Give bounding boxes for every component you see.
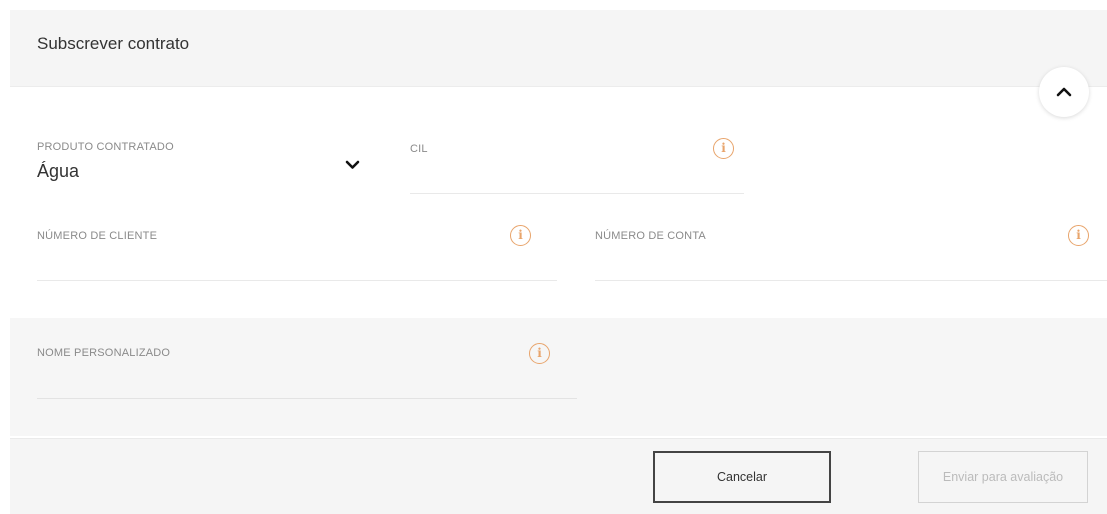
subscribe-contract-panel: Subscrever contrato PRODUTO CONTRATADO Á…	[10, 10, 1107, 514]
numero-conta-label: NÚMERO DE CONTA	[595, 230, 706, 242]
nome-personalizado-underline	[37, 398, 577, 399]
cil-info-icon[interactable]: i	[713, 138, 734, 159]
page-title: Subscrever contrato	[37, 34, 190, 53]
cil-input[interactable]	[410, 161, 710, 185]
produto-contratado-label: PRODUTO CONTRATADO	[37, 141, 174, 153]
cil-underline	[410, 193, 744, 194]
produto-contratado-select[interactable]: Água	[37, 161, 79, 182]
numero-cliente-input[interactable]	[37, 248, 487, 272]
submit-for-review-button[interactable]: Enviar para avaliação	[918, 451, 1088, 503]
numero-cliente-label: NÚMERO DE CLIENTE	[37, 230, 158, 242]
numero-cliente-underline	[37, 280, 557, 281]
nome-personalizado-info-icon[interactable]: i	[529, 343, 550, 364]
form-footer: Cancelar Enviar para avaliação	[10, 438, 1107, 514]
panel-header: Subscrever contrato	[10, 10, 1107, 87]
nome-personalizado-input[interactable]	[37, 365, 507, 389]
chevron-down-icon[interactable]	[345, 160, 360, 170]
nome-personalizado-label: NOME PERSONALIZADO	[37, 347, 171, 359]
numero-conta-input[interactable]	[595, 248, 1045, 272]
collapse-button[interactable]	[1039, 67, 1089, 117]
cancel-button[interactable]: Cancelar	[653, 451, 831, 503]
numero-conta-info-icon[interactable]: i	[1068, 225, 1089, 246]
cil-label: CIL	[410, 143, 428, 155]
numero-conta-underline	[595, 280, 1107, 281]
chevron-up-icon	[1056, 87, 1072, 97]
numero-cliente-info-icon[interactable]: i	[510, 225, 531, 246]
